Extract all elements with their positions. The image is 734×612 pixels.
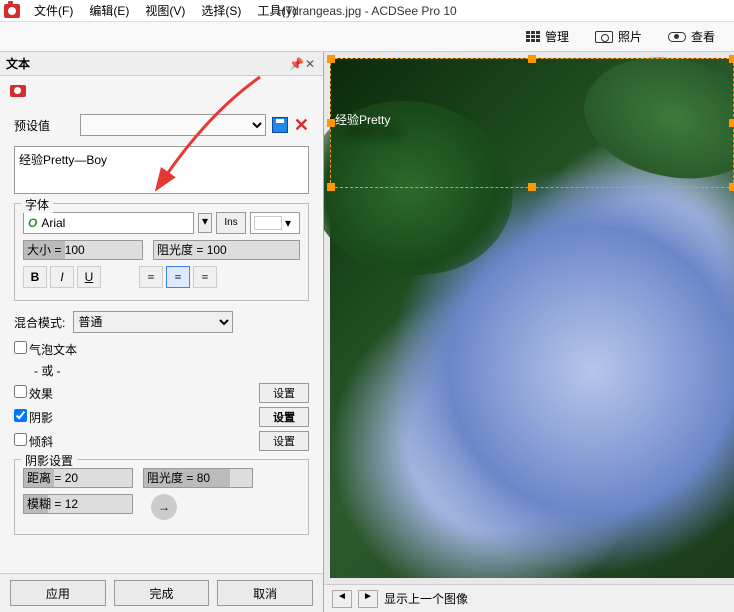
blend-select[interactable]: 普通 (73, 311, 233, 333)
resize-handle[interactable] (729, 183, 734, 191)
preset-select[interactable] (80, 114, 266, 136)
effect-checkbox[interactable]: 效果 (14, 385, 53, 402)
bold-button[interactable]: B (23, 266, 47, 288)
menu-file[interactable]: 文件(F) (26, 0, 81, 21)
prev-image-button[interactable]: ◄ (332, 590, 352, 608)
camera-icon[interactable] (10, 85, 26, 97)
status-text: 显示上一个图像 (384, 590, 468, 607)
effect-settings-button[interactable]: 设置 (259, 383, 309, 403)
eye-icon (668, 32, 686, 42)
app-icon (4, 4, 20, 18)
menu-select[interactable]: 选择(S) (193, 0, 249, 21)
shadow-checkbox[interactable]: 阴影 (14, 409, 53, 426)
underline-button[interactable]: U (77, 266, 101, 288)
resize-handle[interactable] (528, 55, 536, 63)
next-image-button[interactable]: ► (358, 590, 378, 608)
tab-manage[interactable]: 管理 (515, 24, 580, 49)
text-overlay[interactable]: 经验Pretty (330, 58, 734, 188)
text-input[interactable] (14, 146, 309, 194)
shadow-settings-button[interactable]: 设置 (259, 407, 309, 427)
size-slider[interactable]: 大小 = 100 (23, 240, 143, 260)
resize-handle[interactable] (327, 55, 335, 63)
delete-icon[interactable]: ✕ (294, 115, 309, 136)
cancel-button[interactable]: 取消 (217, 580, 313, 606)
done-button[interactable]: 完成 (114, 580, 210, 606)
menu-edit[interactable]: 编辑(E) (81, 0, 137, 21)
font-select[interactable]: OArial (23, 212, 194, 234)
skew-settings-button[interactable]: 设置 (259, 431, 309, 451)
photo-icon (595, 31, 613, 43)
blur-slider[interactable]: 模糊 = 12 (23, 494, 133, 514)
text-panel: 文本 📌 ✕ 预设值 ✕ 字体 OArial ▾ Ins ▾ (0, 52, 324, 612)
tab-view[interactable]: 查看 (657, 24, 726, 49)
font-group-label: 字体 (21, 196, 53, 213)
align-right-button[interactable]: ≡ (193, 266, 217, 288)
apply-button[interactable]: 应用 (10, 580, 106, 606)
bubble-checkbox[interactable]: 气泡文本 (14, 341, 77, 358)
pin-icon[interactable]: 📌 (289, 57, 303, 71)
panel-title: 文本 (6, 55, 289, 72)
font-dropdown-icon[interactable]: ▾ (198, 213, 212, 233)
resize-handle[interactable] (327, 119, 335, 127)
window-title: Hydrangeas.jpg - ACDSee Pro 10 (277, 4, 456, 18)
italic-button[interactable]: I (50, 266, 74, 288)
image-canvas[interactable]: 经验Pretty ◄ ► 显示上一个图像 (324, 52, 734, 612)
or-label: - 或 - (14, 362, 309, 379)
resize-handle[interactable] (729, 119, 734, 127)
blend-label: 混合模式: (14, 314, 65, 331)
save-icon[interactable] (272, 117, 288, 133)
tab-photo[interactable]: 照片 (584, 24, 653, 49)
resize-handle[interactable] (729, 55, 734, 63)
close-icon[interactable]: ✕ (303, 57, 317, 71)
color-picker[interactable]: ▾ (250, 212, 300, 234)
skew-checkbox[interactable]: 倾斜 (14, 433, 53, 450)
grid-icon (526, 31, 540, 43)
preset-label: 预设值 (14, 117, 74, 134)
direction-dial[interactable]: → (151, 494, 177, 520)
shadow-opacity-slider[interactable]: 阻光度 = 80 (143, 468, 253, 488)
resize-handle[interactable] (528, 183, 536, 191)
insert-button[interactable]: Ins (216, 212, 246, 234)
shadow-group-label: 阴影设置 (21, 452, 77, 469)
menu-view[interactable]: 视图(V) (137, 0, 193, 21)
opacity-slider[interactable]: 阻光度 = 100 (153, 240, 300, 260)
align-center-button[interactable]: ≡ (166, 266, 190, 288)
distance-slider[interactable]: 距离 = 20 (23, 468, 133, 488)
resize-handle[interactable] (327, 183, 335, 191)
align-left-button[interactable]: ≡ (139, 266, 163, 288)
